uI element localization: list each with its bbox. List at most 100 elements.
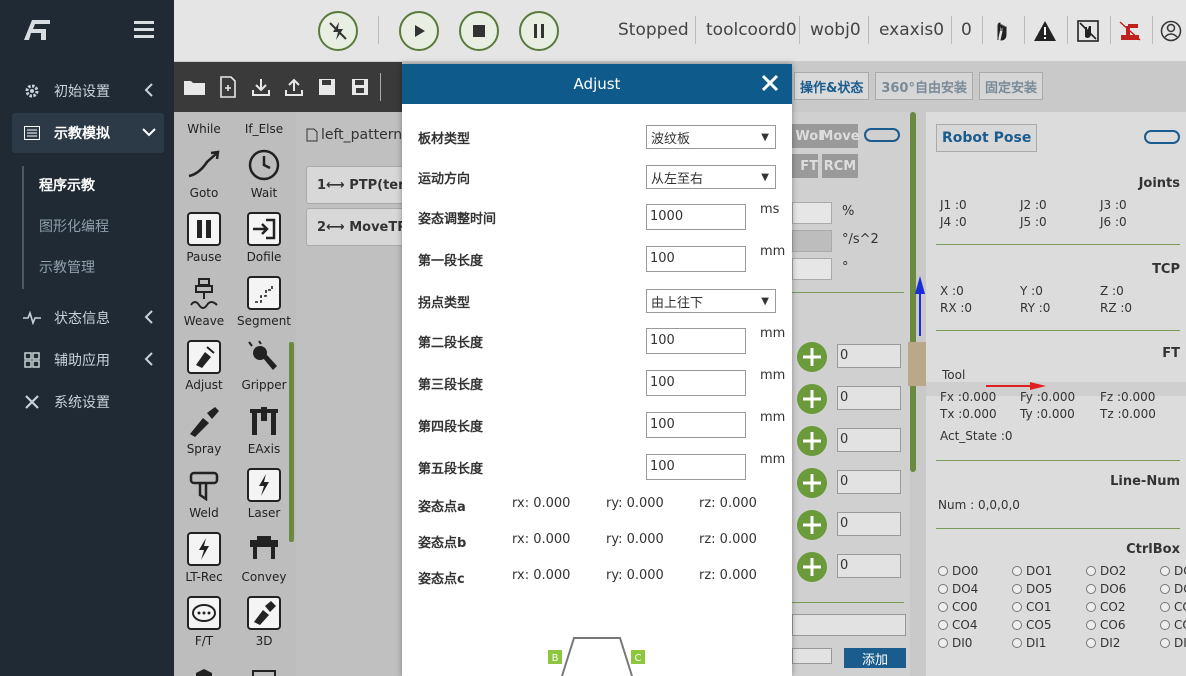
move-button[interactable]: Move	[820, 124, 860, 148]
pause-button[interactable]	[519, 11, 559, 51]
cmd-spray[interactable]: Spray	[174, 404, 234, 468]
program-line[interactable]: 1⟷ PTP(temp	[306, 166, 406, 204]
cmd-adjust[interactable]: Adjust	[174, 340, 234, 404]
cmd-pause[interactable]: Pause	[174, 212, 234, 276]
menu-initial-settings[interactable]: 初始设置	[0, 71, 174, 111]
jog-value[interactable]: 0	[837, 554, 901, 578]
run-button[interactable]	[399, 11, 439, 51]
external-axis[interactable]: exaxis0	[879, 20, 944, 40]
save-as-icon[interactable]	[347, 74, 373, 100]
cmd-more[interactable]	[174, 660, 234, 676]
cmd-segment[interactable]: Segment	[234, 276, 294, 340]
io-do3[interactable]: DO3	[1160, 564, 1186, 578]
new-file-icon[interactable]	[215, 74, 241, 100]
tab-fixed-install[interactable]: 固定安装	[978, 72, 1043, 100]
field-input[interactable]: 100	[646, 246, 746, 272]
enable-toggle-button[interactable]	[318, 11, 358, 51]
jog-plus-button[interactable]	[796, 383, 828, 419]
jog-plus-button[interactable]	[796, 467, 828, 503]
jog-value[interactable]: 0	[837, 386, 901, 410]
field-input[interactable]: 100	[646, 454, 746, 480]
field-select[interactable]: 由上往下 ▼	[646, 289, 776, 313]
cmd-wait[interactable]: Wait	[234, 148, 294, 212]
cmd-ft[interactable]: F/T	[174, 596, 234, 660]
field-input[interactable]: 100	[646, 328, 746, 354]
submenu-graphical-programming[interactable]: 图形化编程	[39, 207, 162, 248]
io-di3[interactable]: DI3	[1160, 636, 1186, 650]
cmd-convey[interactable]: Convey	[234, 532, 294, 596]
add-button[interactable]: 添加	[844, 648, 906, 668]
io-di1[interactable]: DI1	[1012, 636, 1046, 650]
field-select[interactable]: 从左至右 ▼	[646, 165, 776, 189]
speed-input[interactable]	[792, 202, 832, 224]
hand-guide-icon[interactable]	[988, 18, 1014, 44]
io-do6[interactable]: DO6	[1086, 582, 1126, 596]
angle-input[interactable]	[792, 258, 832, 280]
field-input[interactable]: 100	[646, 412, 746, 438]
acc-input[interactable]	[792, 230, 832, 252]
cmd-eaxis[interactable]: EAxis	[234, 404, 294, 468]
tool-coord[interactable]: toolcoord0	[706, 20, 797, 40]
io-di2[interactable]: DI2	[1086, 636, 1120, 650]
io-co2[interactable]: CO2	[1086, 600, 1125, 614]
io-do0[interactable]: DO0	[938, 564, 978, 578]
collapse-toggle[interactable]	[1144, 130, 1180, 144]
cmd-goto[interactable]: Goto	[174, 148, 234, 212]
menu-teach-simulation[interactable]: 示教模拟	[12, 113, 164, 153]
io-co1[interactable]: CO1	[1012, 600, 1051, 614]
jog-value[interactable]: 0	[837, 470, 901, 494]
cmd-lt-rec[interactable]: LT-Rec	[174, 532, 234, 596]
io-co4[interactable]: CO4	[938, 618, 977, 632]
jog-plus-button[interactable]	[796, 341, 828, 377]
field-select[interactable]: 波纹板 ▼	[646, 125, 776, 149]
open-folder-icon[interactable]	[182, 74, 208, 100]
jog-value[interactable]: 0	[837, 344, 901, 368]
download-icon[interactable]	[248, 74, 274, 100]
menu-status-info[interactable]: 状态信息	[0, 298, 174, 338]
ft-button[interactable]: FT	[792, 154, 818, 178]
name-input[interactable]	[792, 614, 906, 636]
small-input[interactable]	[792, 648, 832, 664]
save-icon[interactable]	[314, 74, 340, 100]
palette-scrollbar[interactable]	[289, 342, 294, 542]
cmd-weave[interactable]: Weave	[174, 276, 234, 340]
io-do1[interactable]: DO1	[1012, 564, 1052, 578]
wobj-button[interactable]: Wobj	[792, 124, 832, 148]
submenu-teach-management[interactable]: 示教管理	[39, 248, 162, 289]
program-file-tab[interactable]: left_pattern	[306, 122, 402, 148]
jog-plus-button[interactable]	[796, 425, 828, 461]
cmd-laser[interactable]: Laser	[234, 468, 294, 532]
io-do2[interactable]: DO2	[1086, 564, 1126, 578]
upload-icon[interactable]	[281, 74, 307, 100]
cmd-3d[interactable]: 3D	[234, 596, 294, 660]
cmd-weld[interactable]: Weld	[174, 468, 234, 532]
program-line[interactable]: 2⟷ MoveTPD	[306, 208, 406, 246]
jog-value[interactable]: 0	[837, 512, 901, 536]
collapse-toggle[interactable]	[864, 128, 900, 142]
cmd-if-else[interactable]: If_Else	[234, 122, 294, 142]
io-do5[interactable]: DO5	[1012, 582, 1052, 596]
close-icon[interactable]	[760, 73, 780, 93]
robot-collision-icon[interactable]	[1117, 18, 1143, 44]
io-co6[interactable]: CO6	[1086, 618, 1125, 632]
tab-free-install[interactable]: 360°自由安装	[875, 72, 973, 100]
cmd-while[interactable]: While	[174, 122, 234, 142]
io-co7[interactable]: CO7	[1160, 618, 1186, 632]
menu-toggle-icon[interactable]	[134, 20, 154, 38]
work-object[interactable]: wobj0	[810, 20, 861, 40]
io-co3[interactable]: CO3	[1160, 600, 1186, 614]
menu-system-settings[interactable]: 系统设置	[0, 382, 174, 422]
jog-plus-button[interactable]	[796, 509, 828, 545]
warning-icon[interactable]	[1032, 18, 1058, 44]
field-input[interactable]: 1000	[646, 204, 746, 230]
tab-operation-status[interactable]: 操作&状态	[794, 72, 870, 100]
stop-button[interactable]	[459, 11, 499, 51]
rcm-button[interactable]: RCM	[822, 154, 858, 178]
io-co5[interactable]: CO5	[1012, 618, 1051, 632]
submenu-program-teach[interactable]: 程序示教	[39, 166, 162, 207]
no-hand-icon[interactable]	[1075, 18, 1101, 44]
menu-aux-apps[interactable]: 辅助应用	[0, 340, 174, 380]
io-co0[interactable]: CO0	[938, 600, 977, 614]
cmd-more-2[interactable]	[234, 660, 294, 676]
cmd-dofile[interactable]: Dofile	[234, 212, 294, 276]
